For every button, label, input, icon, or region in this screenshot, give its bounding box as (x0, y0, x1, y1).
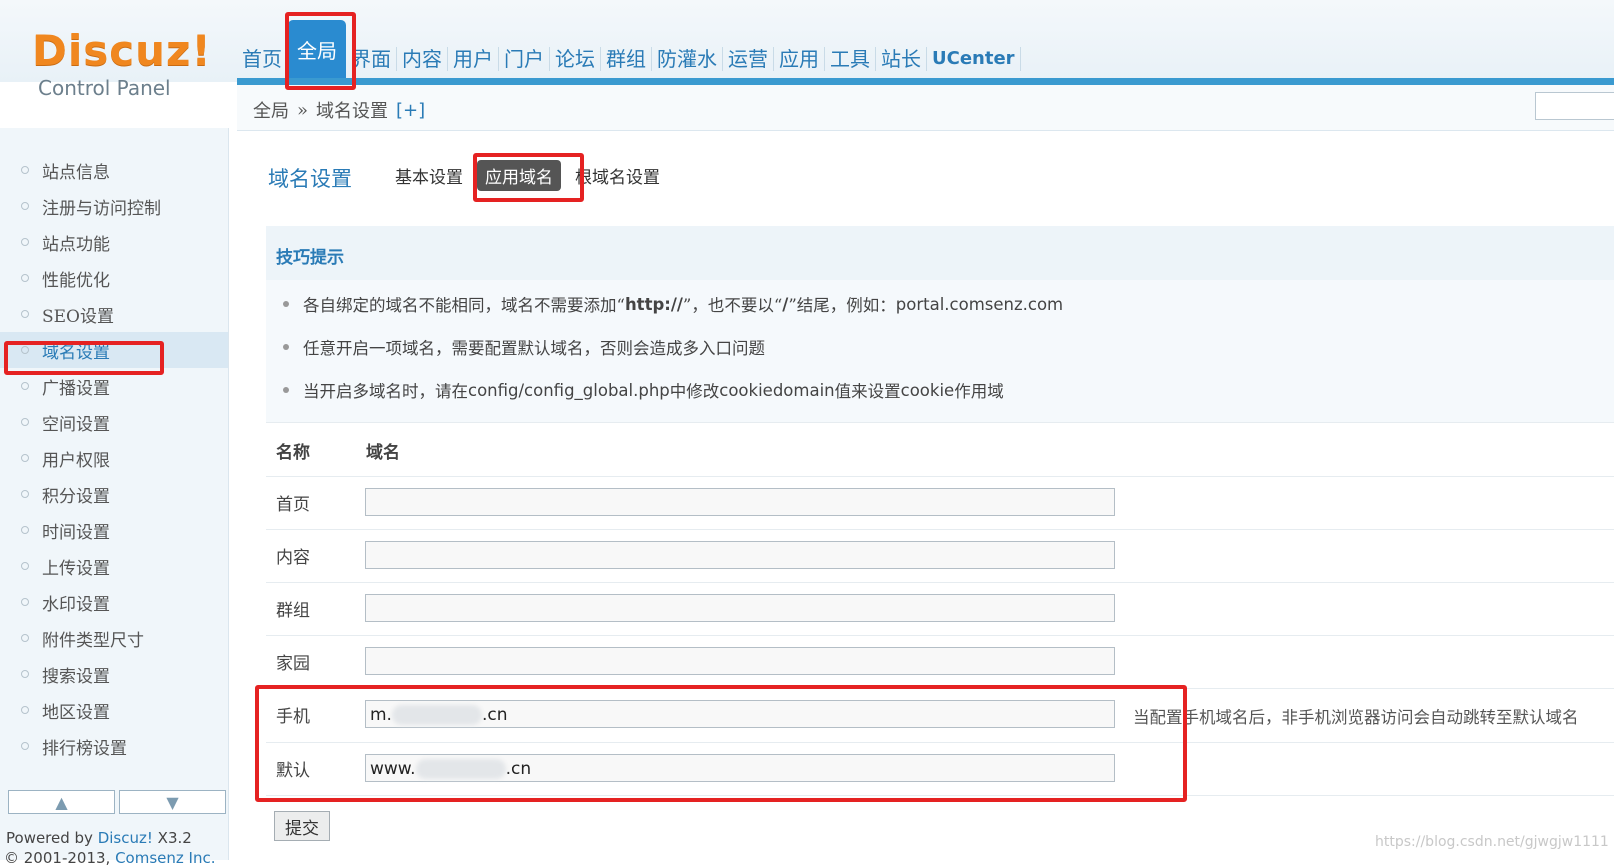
space-domain-input[interactable] (365, 647, 1115, 675)
highlight-box (285, 12, 356, 90)
copyright: © 2001-2013, Comsenz Inc. (4, 849, 216, 867)
bullet-icon (21, 274, 29, 282)
divider (266, 529, 1614, 530)
nav-portal[interactable]: 门户 (499, 47, 550, 71)
bullet-icon (21, 634, 29, 642)
bullet-icon (21, 562, 29, 570)
bullet-icon (21, 202, 29, 210)
bullet-icon (21, 166, 29, 174)
breadcrumb: 全局 » 域名设置 [+] (253, 97, 425, 123)
sidebar-item-space[interactable]: 空间设置 (0, 404, 228, 440)
bullet-icon (21, 454, 29, 462)
nav-user[interactable]: 用户 (448, 47, 499, 71)
sidebar-item-seo[interactable]: SEO设置 (0, 296, 228, 332)
arrow-down-icon: ▼ (166, 792, 179, 812)
sidebar-item-watermark[interactable]: 水印设置 (0, 584, 228, 620)
copyright-link[interactable]: Comsenz Inc. (115, 849, 215, 867)
sidebar-scroll-controls: ▲ ▼ (8, 790, 226, 814)
bullet-icon (21, 418, 29, 426)
sidebar-item-permissions[interactable]: 用户权限 (0, 440, 228, 476)
logo-title: Discuz! (32, 26, 212, 75)
powered-by: Powered by Discuz! X3.2 (6, 829, 192, 847)
column-header-name: 名称 (276, 443, 310, 463)
bullet-icon (21, 598, 29, 606)
mobile-domain-hint: 当配置手机域名后，非手机浏览器访问会自动跳转至默认域名 (1133, 708, 1579, 727)
sidebar-item-site-features[interactable]: 站点功能 (0, 224, 228, 260)
divider (266, 582, 1614, 583)
scroll-up-button[interactable]: ▲ (8, 790, 115, 814)
group-domain-input[interactable] (365, 594, 1115, 622)
tips-title: 技巧提示 (276, 248, 344, 268)
scroll-down-button[interactable]: ▼ (119, 790, 226, 814)
tips-header (266, 226, 1614, 280)
nav-tools[interactable]: 工具 (825, 47, 876, 71)
header-stripe (237, 78, 1614, 85)
sidebar-menu: 站点信息 注册与访问控制 站点功能 性能优化 SEO设置 域名设置 广播设置 空… (0, 152, 228, 764)
tip-item: 当开启多域名时，请在 config/config_global.php 中修改 … (283, 378, 1004, 402)
divider (266, 635, 1614, 636)
sidebar-item-search[interactable]: 搜索设置 (0, 656, 228, 692)
sidebar-item-time[interactable]: 时间设置 (0, 512, 228, 548)
tip-item: 各自绑定的域名不能相同，域名不需要添加“ http://”，也不要以“ / ”结尾，例… (283, 292, 1063, 316)
column-header-domain: 域名 (366, 443, 400, 463)
powered-brand-link[interactable]: Discuz! (98, 829, 153, 847)
bullet-icon (21, 310, 29, 318)
page-title: 域名设置 (268, 167, 352, 191)
row-label-home: 首页 (276, 495, 310, 515)
row-label-home-space: 家园 (276, 654, 310, 674)
highlight-box (473, 153, 584, 202)
add-shortcut-button[interactable]: [+] (396, 100, 425, 121)
bullet-icon (21, 382, 29, 390)
logo[interactable]: Discuz! Control Panel (0, 0, 225, 128)
divider (266, 476, 1614, 477)
nav-group[interactable]: 群组 (601, 47, 652, 71)
search-input[interactable] (1535, 92, 1614, 120)
bullet-icon (283, 344, 289, 350)
nav-admin[interactable]: 站长 (876, 47, 927, 71)
sidebar-item-attachment-size[interactable]: 附件类型尺寸 (0, 620, 228, 656)
bullet-icon (21, 742, 29, 750)
sidebar-item-site-info[interactable]: 站点信息 (0, 152, 228, 188)
sidebar-item-credits[interactable]: 积分设置 (0, 476, 228, 512)
tab-basic-settings[interactable]: 基本设置 (387, 160, 471, 191)
breadcrumb-section[interactable]: 全局 (253, 97, 289, 123)
nav-home[interactable]: 首页 (237, 47, 288, 71)
sidebar-item-region[interactable]: 地区设置 (0, 692, 228, 728)
sidebar-item-register-access[interactable]: 注册与访问控制 (0, 188, 228, 224)
nav-antispam[interactable]: 防灌水 (652, 47, 723, 71)
home-domain-input[interactable] (365, 488, 1115, 516)
content-domain-input[interactable] (365, 541, 1115, 569)
submit-button[interactable]: 提交 (274, 811, 330, 841)
arrow-up-icon: ▲ (55, 792, 68, 812)
nav-forum[interactable]: 论坛 (550, 47, 601, 71)
nav-app[interactable]: 应用 (774, 47, 825, 71)
bullet-icon (21, 238, 29, 246)
bullet-icon (283, 387, 289, 393)
nav-content[interactable]: 内容 (397, 47, 448, 71)
watermark: https://blog.csdn.net/gjwgjw1111 (1375, 834, 1609, 850)
breadcrumb-bar (237, 85, 1614, 131)
nav-ucenter[interactable]: UCenter (927, 47, 1021, 71)
bullet-icon (21, 490, 29, 498)
highlight-box (255, 685, 1187, 802)
sidebar-item-upload[interactable]: 上传设置 (0, 548, 228, 584)
bullet-icon (283, 301, 289, 307)
highlight-box (4, 341, 164, 375)
bullet-icon (21, 526, 29, 534)
tip-item: 任意开启一项域名，需要配置默认域名，否则会造成多入口问题 (283, 335, 765, 359)
divider (266, 422, 1614, 423)
row-label-group: 群组 (276, 601, 310, 621)
row-label-content: 内容 (276, 548, 310, 568)
bullet-icon (21, 706, 29, 714)
nav-operation[interactable]: 运营 (723, 47, 774, 71)
breadcrumb-page: 域名设置 (316, 101, 389, 122)
sidebar-item-performance[interactable]: 性能优化 (0, 260, 228, 296)
sidebar-item-ranking[interactable]: 排行榜设置 (0, 728, 228, 764)
breadcrumb-separator: » (297, 99, 309, 121)
logo-subtitle: Control Panel (38, 76, 171, 100)
bullet-icon (21, 670, 29, 678)
